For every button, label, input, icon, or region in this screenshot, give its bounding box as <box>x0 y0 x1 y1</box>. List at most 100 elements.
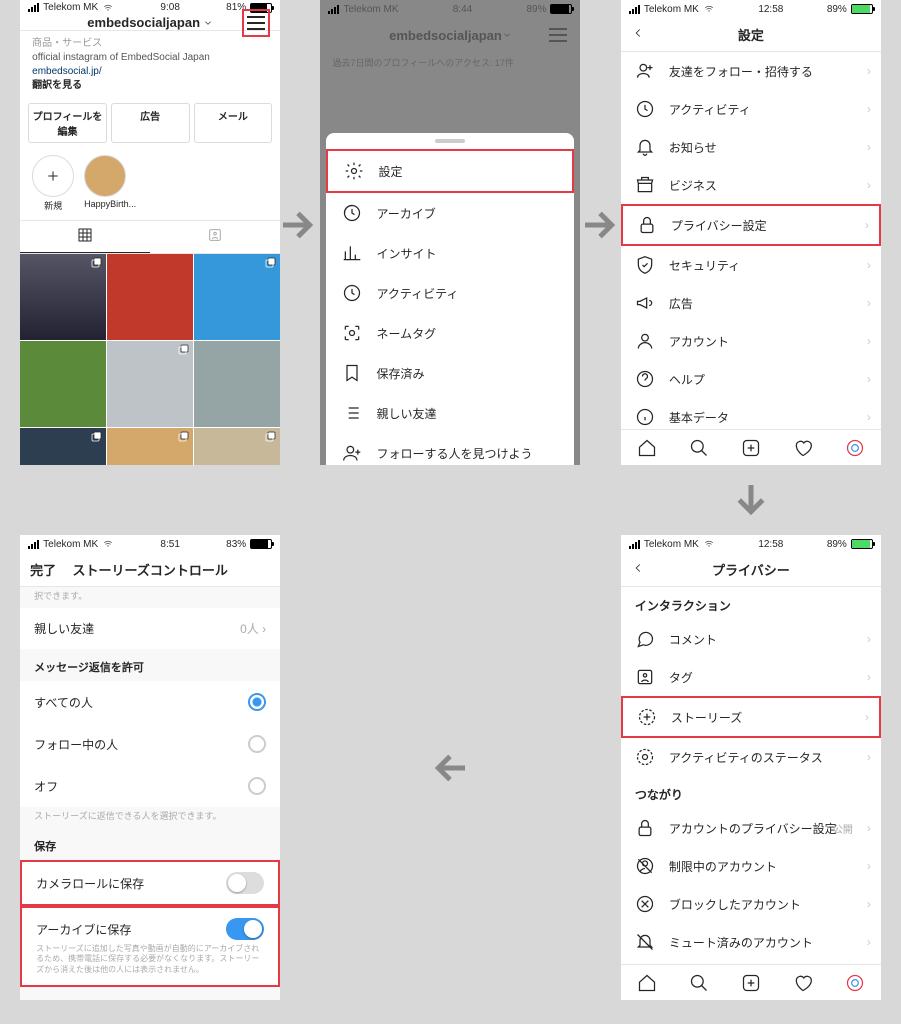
home-icon[interactable] <box>637 973 657 993</box>
menu-close-friends[interactable]: 親しい友達 <box>326 393 574 433</box>
settings-business[interactable]: ビジネス› <box>621 166 881 204</box>
profile-icon[interactable] <box>845 973 865 993</box>
add-person-icon <box>342 443 362 463</box>
photo-item[interactable] <box>107 428 193 465</box>
status-bar: Telekom MK 8:44 89% <box>320 0 580 18</box>
menu-insights[interactable]: インサイト <box>326 233 574 273</box>
privacy-stories[interactable]: ストーリーズ› <box>621 696 881 738</box>
photo-item[interactable] <box>20 254 106 340</box>
settings-help[interactable]: ヘルプ› <box>621 360 881 398</box>
grid-tab[interactable] <box>20 221 150 253</box>
toggle-icon[interactable] <box>226 872 264 894</box>
photo-item[interactable] <box>20 341 106 427</box>
screen-profile: Telekom MK 9:08 81% embedsocialjapan 商品・… <box>20 0 280 465</box>
home-icon[interactable] <box>637 438 657 458</box>
reply-section: メッセージ返信を許可 <box>20 649 280 681</box>
menu-settings[interactable]: 設定 <box>326 149 574 193</box>
settings-account[interactable]: アカウント› <box>621 322 881 360</box>
photo-item[interactable] <box>194 254 280 340</box>
menu-saved[interactable]: 保存済み <box>326 353 574 393</box>
photo-item[interactable] <box>194 428 280 465</box>
bio-link[interactable]: embedsocial.jp/ <box>32 66 101 77</box>
interaction-section: インタラクション <box>621 587 881 620</box>
menu-discover[interactable]: フォローする人を見つけよう <box>326 433 574 465</box>
add-friend-icon <box>635 61 655 81</box>
story-header: 完了 ストーリーズコントロール <box>20 553 280 587</box>
mail-button[interactable]: メール <box>194 103 273 143</box>
search-icon[interactable] <box>689 438 709 458</box>
settings-ads[interactable]: 広告› <box>621 284 881 322</box>
arrow-right-1 <box>278 205 318 250</box>
bottom-nav <box>621 964 881 1000</box>
blocked-accounts[interactable]: ブロックしたアカウント› <box>621 885 881 923</box>
privacy-comments[interactable]: コメント› <box>621 620 881 658</box>
status-bar: Telekom MK 8:51 83% <box>20 535 280 553</box>
account-privacy[interactable]: アカウントのプライバシー設定公開› <box>621 809 881 847</box>
muted-accounts[interactable]: ミュート済みのアカウント› <box>621 923 881 961</box>
story-highlight[interactable]: HappyBirth... <box>84 155 136 212</box>
close-friends[interactable]: 親しい友達› <box>621 961 881 964</box>
privacy-tags[interactable]: タグ› <box>621 658 881 696</box>
help-icon <box>635 369 655 389</box>
info-icon <box>635 407 655 427</box>
insight-text: 過去7日間のプロフィールへのアクセス: 17件 <box>320 52 580 73</box>
connection-section: つながり <box>621 776 881 809</box>
status-bar: Telekom MK 12:58 89% <box>621 535 881 553</box>
privacy-activity-status[interactable]: アクティビティのステータス› <box>621 738 881 776</box>
save-archive[interactable]: アーカイブに保存 ストーリーズに追加した写真や動画が自動的にアーカイブされるため… <box>20 906 280 987</box>
settings-privacy[interactable]: プライバシー設定› <box>621 204 881 246</box>
new-story[interactable]: 新規 <box>32 155 74 212</box>
bookmark-icon <box>342 363 362 383</box>
restricted-accounts[interactable]: 制限中のアカウント› <box>621 847 881 885</box>
clock-icon <box>635 99 655 119</box>
done-button[interactable]: 完了 <box>30 560 56 579</box>
edit-profile-button[interactable]: プロフィールを編集 <box>28 103 107 143</box>
story-icon <box>637 707 657 727</box>
profile-header: embedsocialjapan <box>20 15 280 31</box>
settings-notifications[interactable]: お知らせ› <box>621 128 881 166</box>
ads-button[interactable]: 広告 <box>111 103 190 143</box>
settings-header: 設定 <box>621 18 881 52</box>
photo-item[interactable] <box>107 341 193 427</box>
heart-icon[interactable] <box>793 438 813 458</box>
back-button[interactable] <box>631 26 645 43</box>
create-icon[interactable] <box>741 438 761 458</box>
menu-activity[interactable]: アクティビティ <box>326 273 574 313</box>
settings-activity[interactable]: アクティビティ› <box>621 90 881 128</box>
profile-bio: 商品・サービス official instagram of EmbedSocia… <box>20 31 280 99</box>
settings-about[interactable]: 基本データ› <box>621 398 881 429</box>
status-bar: Telekom MK 9:08 81% <box>20 0 280 15</box>
chart-icon <box>342 243 362 263</box>
username-dropdown[interactable]: embedsocialjapan <box>87 15 213 30</box>
photo-item[interactable] <box>194 341 280 427</box>
screen-privacy: Telekom MK 12:58 89% プライバシー インタラクション コメン… <box>621 535 881 1000</box>
reply-following[interactable]: フォロー中の人 <box>20 723 280 765</box>
activity-icon <box>635 747 655 767</box>
create-icon[interactable] <box>741 973 761 993</box>
menu-archive[interactable]: アーカイブ <box>326 193 574 233</box>
save-cameraroll[interactable]: カメラロールに保存 <box>20 860 280 906</box>
settings-follow[interactable]: 友達をフォロー・招待する› <box>621 52 881 90</box>
search-icon[interactable] <box>689 973 709 993</box>
back-button[interactable] <box>631 561 645 578</box>
clock-icon <box>342 283 362 303</box>
menu-nametag[interactable]: ネームタグ <box>326 313 574 353</box>
tagged-tab[interactable] <box>150 221 280 253</box>
reply-off[interactable]: オフ <box>20 765 280 807</box>
screen-settings: Telekom MK 12:58 89% 設定 友達をフォロー・招待する› アク… <box>621 0 881 465</box>
heart-icon[interactable] <box>793 973 813 993</box>
hamburger-menu[interactable] <box>242 9 270 37</box>
settings-security[interactable]: セキュリティ› <box>621 246 881 284</box>
toggle-icon[interactable] <box>226 918 264 940</box>
megaphone-icon <box>635 293 655 313</box>
photo-item[interactable] <box>107 254 193 340</box>
photo-item[interactable] <box>20 428 106 465</box>
profile-icon[interactable] <box>845 438 865 458</box>
close-friends-row[interactable]: 親しい友達0人 › <box>20 608 280 649</box>
privacy-header: プライバシー <box>621 553 881 587</box>
list-icon <box>342 403 362 423</box>
nametag-icon <box>342 323 362 343</box>
photo-grid <box>20 254 280 465</box>
tag-icon <box>635 667 655 687</box>
reply-everyone[interactable]: すべての人 <box>20 681 280 723</box>
